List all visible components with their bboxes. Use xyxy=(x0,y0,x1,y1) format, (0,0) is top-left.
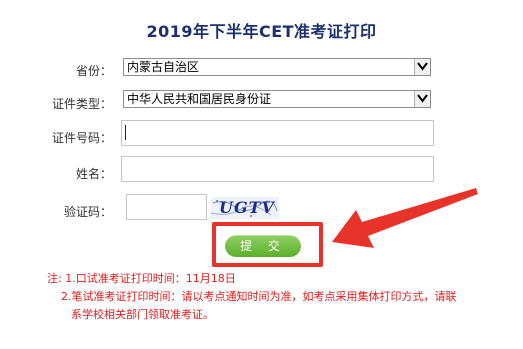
province-select-value: 内蒙古自治区 xyxy=(127,60,200,74)
highlight-box xyxy=(212,222,323,267)
captcha-label: 验证码： xyxy=(63,205,112,219)
chevron-down-icon[interactable] xyxy=(414,59,430,75)
chevron-down-icon[interactable] xyxy=(414,91,430,107)
captcha-input[interactable] xyxy=(126,194,207,220)
note-line-2: 2.笔试准考证打印时间：请以考点通知时间为准，如考点采用集体打印方式，请联 xyxy=(61,290,457,303)
red-arrow-icon xyxy=(332,188,478,248)
id-number-input[interactable] xyxy=(121,120,434,146)
province-select[interactable]: 内蒙古自治区 xyxy=(123,58,431,76)
page-title: 2019年下半年CET准考证打印 xyxy=(146,22,377,41)
note-line-1: 注: 1.口试准考证打印时间：11月18日 xyxy=(47,272,236,285)
id-type-select-value: 中华人民共和国居民身份证 xyxy=(127,92,272,106)
name-input[interactable] xyxy=(121,156,434,182)
id-number-label: 证件号码： xyxy=(51,131,112,145)
id-type-label: 证件类型： xyxy=(51,97,112,111)
captcha-image[interactable]: UGTV xyxy=(211,197,279,219)
text-caret xyxy=(125,125,126,140)
captcha-text: UGTV xyxy=(219,198,275,217)
name-label: 姓名： xyxy=(75,167,112,181)
note-line-3: 系学校相关部门领取准考证。 xyxy=(71,308,214,321)
province-label: 省份： xyxy=(75,64,112,78)
id-type-select[interactable]: 中华人民共和国居民身份证 xyxy=(123,90,431,108)
